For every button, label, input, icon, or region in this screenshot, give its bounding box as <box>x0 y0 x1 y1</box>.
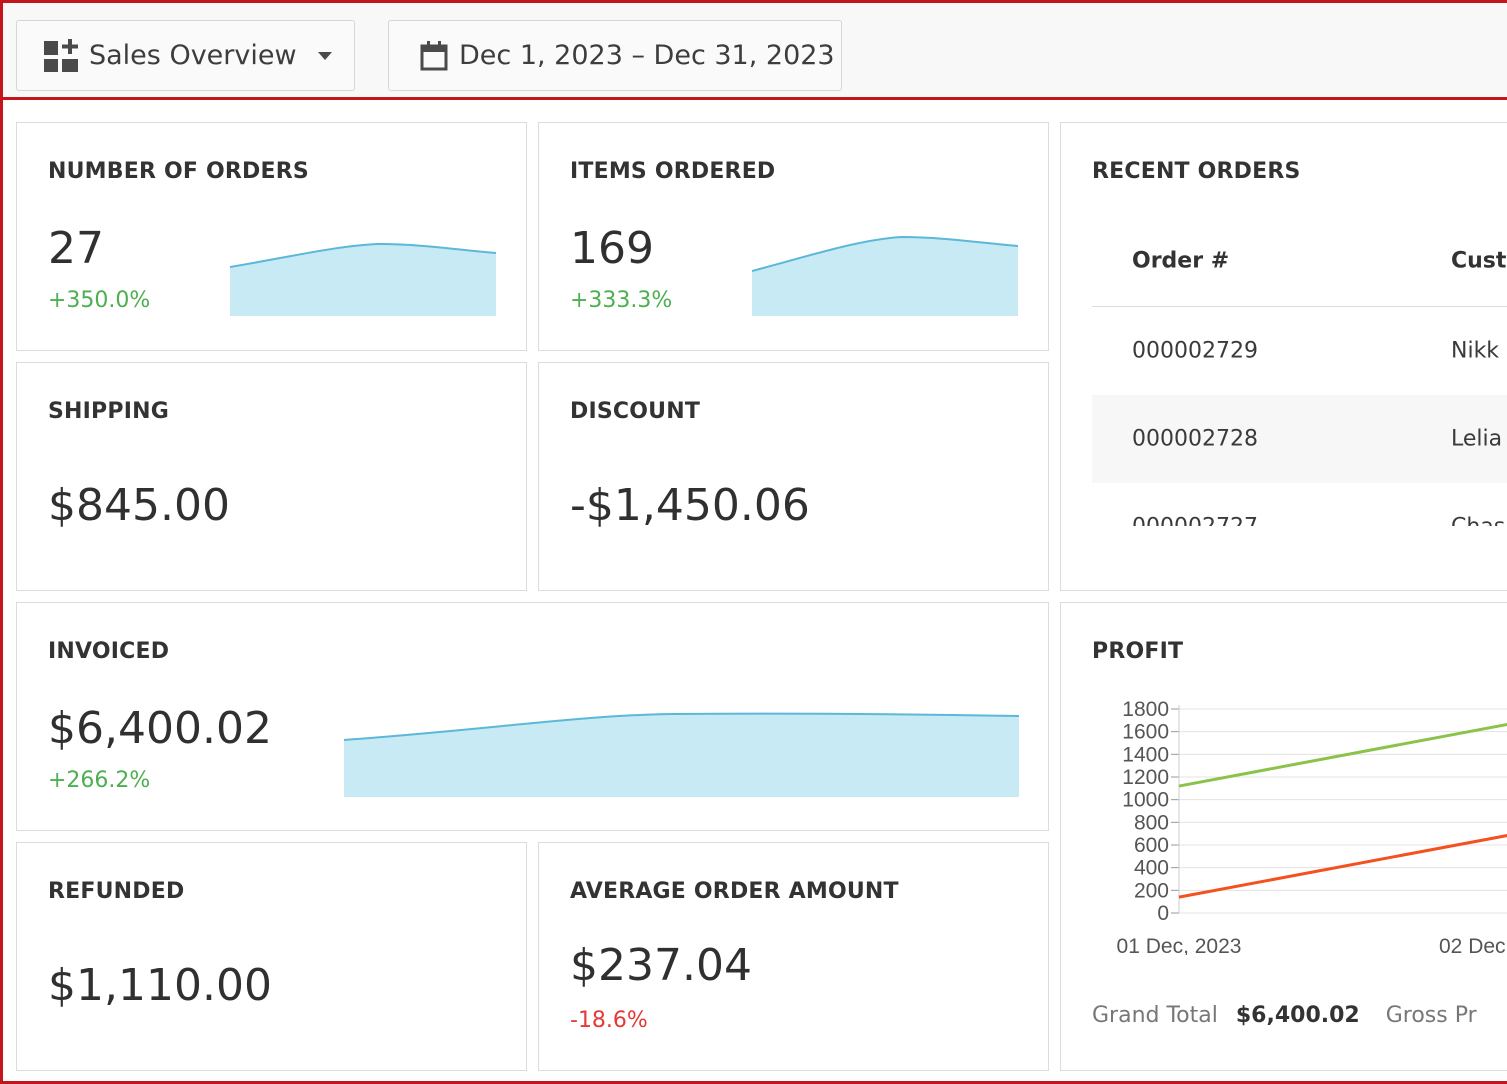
table-header: Order # Cust <box>1092 216 1507 307</box>
date-range-button[interactable]: Dec 1, 2023 – Dec 31, 2023 <box>388 20 842 91</box>
column-header-customer[interactable]: Cust <box>1451 249 1506 274</box>
card-discount[interactable]: DISCOUNT -$1,450.06 <box>538 362 1049 591</box>
card-delta: +333.3% <box>570 288 673 313</box>
card-title: RECENT ORDERS <box>1092 159 1301 184</box>
column-header-order[interactable]: Order # <box>1132 249 1229 274</box>
card-delta: +350.0% <box>48 288 151 313</box>
y-tick-label: 800 <box>1134 811 1169 834</box>
table-row[interactable]: 000002729 Nikk <box>1092 307 1507 395</box>
dashboard-add-icon <box>44 38 78 72</box>
y-tick-label: 1200 <box>1122 766 1169 789</box>
customer-name: Chas <box>1451 515 1505 527</box>
card-title: PROFIT <box>1092 639 1184 664</box>
customer-name: Nikk <box>1451 338 1500 364</box>
card-value: $845.00 <box>48 480 230 531</box>
table-row[interactable]: 000002728 Lelia <box>1092 395 1507 483</box>
card-value: $237.04 <box>570 940 752 991</box>
y-tick-label: 400 <box>1134 857 1169 880</box>
card-value: -$1,450.06 <box>570 480 810 531</box>
card-title: SHIPPING <box>48 399 169 424</box>
y-tick-label: 200 <box>1134 879 1169 902</box>
card-delta: -18.6% <box>570 1008 648 1033</box>
calendar-icon <box>420 40 448 70</box>
gross-profit-label: Gross Pr <box>1385 1003 1477 1028</box>
card-refunded[interactable]: REFUNDED $1,110.00 <box>16 842 527 1071</box>
profit-chart: 020040060080010001200140016001800 01 Dec… <box>1117 698 1507 955</box>
y-tick-label: 1600 <box>1122 721 1169 744</box>
card-title: INVOICED <box>48 639 170 664</box>
card-items-ordered[interactable]: ITEMS ORDERED 169 +333.3% <box>538 122 1049 351</box>
customer-name: Lelia <box>1451 426 1503 452</box>
grand-total-value: $6,400.02 <box>1235 1003 1360 1028</box>
profit-series-line <box>1178 722 1507 788</box>
card-title: AVERAGE ORDER AMOUNT <box>570 879 899 904</box>
card-shipping[interactable]: SHIPPING $845.00 <box>16 362 527 591</box>
card-value: 27 <box>48 223 104 274</box>
items-sparkline <box>752 235 1018 316</box>
profit-series-line <box>1178 834 1507 899</box>
order-number: 000002728 <box>1132 426 1258 452</box>
y-tick-label: 1400 <box>1122 743 1169 766</box>
card-title: NUMBER OF ORDERS <box>48 159 309 184</box>
invoiced-sparkline <box>344 712 1019 797</box>
grand-total-label: Grand Total <box>1092 1003 1218 1028</box>
dashboard-switcher-label: Sales Overview <box>89 40 297 71</box>
x-tick-label: 02 Dec <box>1439 935 1506 955</box>
card-value: $6,400.02 <box>48 703 272 754</box>
card-value: $1,110.00 <box>48 960 272 1011</box>
x-tick-label: 01 Dec, 2023 <box>1117 935 1242 955</box>
card-recent-orders: RECENT ORDERS Order # Cust 000002729 Nik… <box>1060 122 1507 591</box>
recent-orders-table: Order # Cust 000002729 Nikk 000002728 Le… <box>1092 216 1507 526</box>
y-tick-label: 0 <box>1157 902 1169 925</box>
order-number: 000002727 <box>1132 515 1258 527</box>
y-tick-label: 1000 <box>1122 789 1169 812</box>
dashboard-switcher-button[interactable]: Sales Overview <box>16 20 355 91</box>
card-title: REFUNDED <box>48 879 185 904</box>
card-profit: PROFIT 0 200 400 600 800 1000 1200 1400 1600 1800… <box>1060 602 1507 1071</box>
card-number-of-orders[interactable]: NUMBER OF ORDERS 27 +350.0% <box>16 122 527 351</box>
orders-sparkline <box>230 242 496 316</box>
profit-summary: Grand Total $6,400.02 Gross Pr <box>1092 1003 1477 1028</box>
card-average-order-amount[interactable]: AVERAGE ORDER AMOUNT $237.04 -18.6% <box>538 842 1049 1071</box>
table-row[interactable]: 000002727 Chas <box>1092 483 1507 527</box>
dashboard-toolbar: Sales Overview Dec 1, 2023 – Dec 31, 202… <box>3 3 1507 100</box>
y-tick-label: 600 <box>1134 834 1169 857</box>
y-tick-label: 1800 <box>1122 698 1169 721</box>
card-title: ITEMS ORDERED <box>570 159 776 184</box>
date-range-label: Dec 1, 2023 – Dec 31, 2023 <box>459 40 835 71</box>
card-title: DISCOUNT <box>570 399 701 424</box>
order-number: 000002729 <box>1132 338 1258 364</box>
card-delta: +266.2% <box>48 768 151 793</box>
chevron-down-icon <box>317 51 332 60</box>
card-value: 169 <box>570 223 654 274</box>
card-invoiced[interactable]: INVOICED $6,400.02 +266.2% <box>16 602 1049 831</box>
